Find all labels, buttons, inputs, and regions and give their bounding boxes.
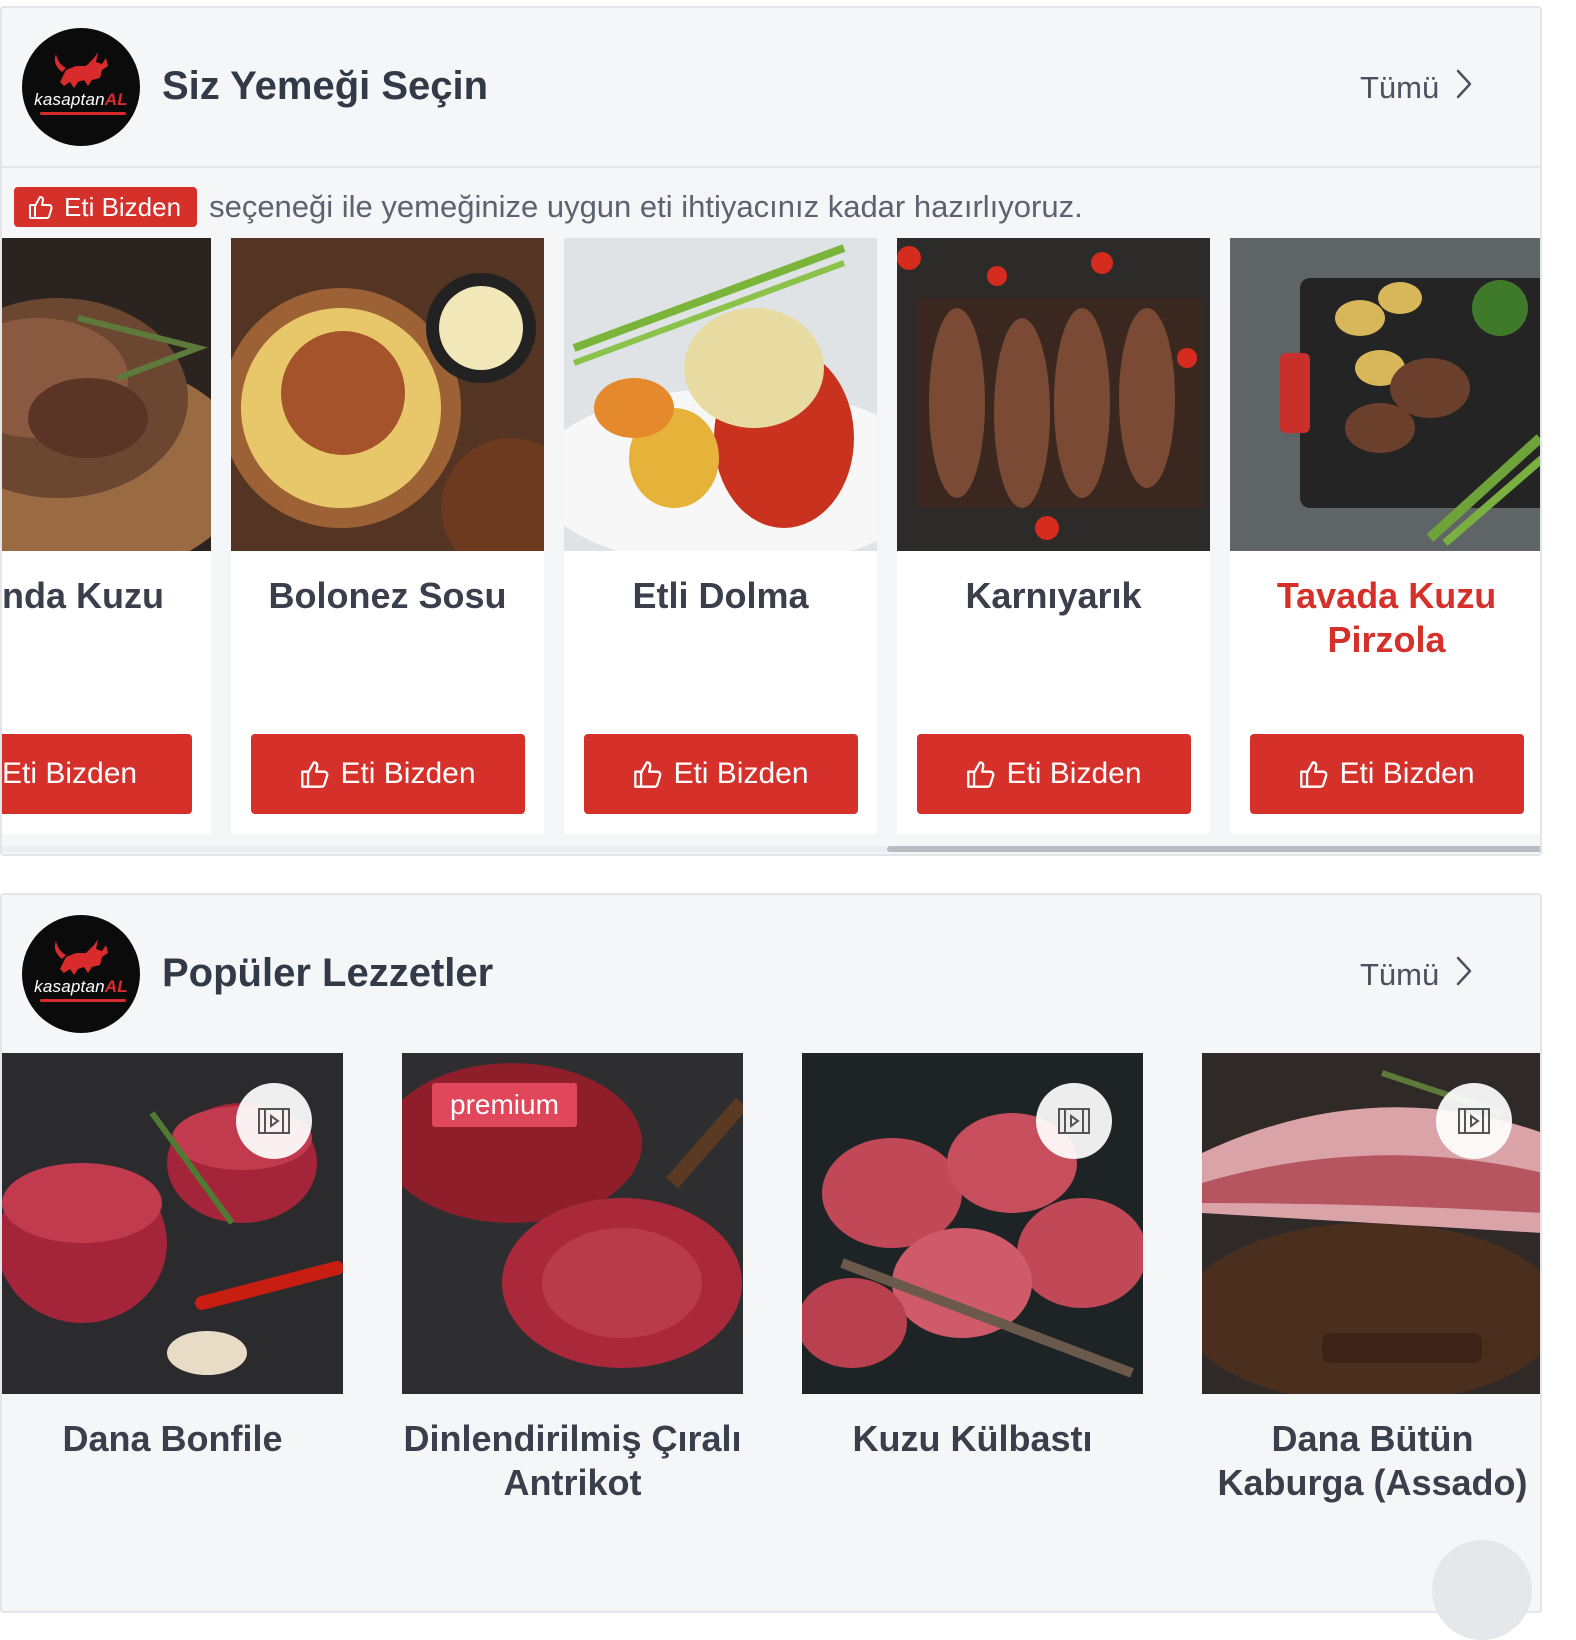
recipe-image [564,238,877,551]
chevron-right-icon [1455,955,1473,995]
recipe-image [897,238,1210,551]
thumbs-up-icon [29,196,53,219]
thumbs-up-icon [967,761,995,788]
video-play-button[interactable] [1436,1083,1512,1159]
see-all-link[interactable]: Tümü [1360,68,1473,108]
eti-bizden-button-label: Eti Bizden [673,757,809,790]
section-title: Popüler Lezzetler [162,951,494,995]
kasaptanal-logo[interactable]: kasaptanAL [22,28,140,146]
product-name: Dana Bonfile [62,1418,283,1459]
logo-underline [40,999,126,1002]
product-image: premium [402,1053,743,1394]
eti-bizden-button[interactable]: Eti Bizden [584,734,858,814]
recipes-section: kasaptanAL Siz Yemeği Seçin Tümü Eti Biz… [0,6,1542,856]
recipe-card[interactable]: Bolonez Sosu Eti Bizden [231,238,544,834]
film-icon [1058,1108,1090,1134]
eti-bizden-button-label: Eti Bizden [1006,757,1142,790]
recipe-name: Etli Dolma [632,575,809,616]
scroll-top-button[interactable] [1432,1540,1532,1640]
video-play-button[interactable] [1036,1083,1112,1159]
film-icon [258,1108,290,1134]
bull-icon [54,939,108,975]
product-card[interactable]: Kuzu Külbastı [802,1053,1143,1611]
chevron-right-icon [1455,68,1473,108]
thumbs-up-icon [1300,761,1328,788]
recipe-name: Bolonez Sosu [268,575,507,616]
video-play-button[interactable] [236,1083,312,1159]
eti-bizden-badge: Eti Bizden [14,187,198,227]
product-card[interactable]: premium Dinlendirilmiş Çıralı Antrikot [402,1053,743,1611]
thumbs-up-icon [301,761,329,788]
see-all-link[interactable]: Tümü [1360,955,1473,995]
recipe-image [1230,238,1540,551]
eti-bizden-button[interactable]: Eti Bizden [1250,734,1524,814]
logo-wordmark: kasaptanAL [34,977,128,996]
section-title: Siz Yemeği Seçin [162,64,489,108]
recipe-card[interactable]: nda Kuzu Eti Bizden [2,238,211,834]
carousel-scrollbar-thumb[interactable] [887,846,1540,852]
eti-bizden-info: Eti Bizden seçeneği ile yemeğinize uygun… [14,186,1083,228]
film-icon [1458,1108,1490,1134]
recipe-name: nda Kuzu [2,575,164,616]
popular-section: kasaptanAL Popüler Lezzetler Tümü Dana B… [0,893,1542,1613]
product-image [2,1053,343,1394]
logo-underline [40,112,126,115]
eti-bizden-button-label: Eti Bizden [340,757,476,790]
kasaptanal-logo[interactable]: kasaptanAL [22,915,140,1033]
eti-bizden-button-label: Eti Bizden [1339,757,1475,790]
recipe-card[interactable]: Tavada Kuzu Pirzola Eti Bizden [1230,238,1540,834]
product-name: Kuzu Külbastı [852,1418,1093,1459]
recipe-name: Tavada Kuzu Pirzola [1276,575,1497,660]
recipes-section-header: kasaptanAL Siz Yemeği Seçin Tümü [2,8,1540,168]
recipe-card[interactable]: Etli Dolma Eti Bizden [564,238,877,834]
recipe-image [231,238,544,551]
see-all-label: Tümü [1360,957,1440,992]
eti-bizden-button[interactable]: Eti Bizden [2,734,192,814]
recipe-card[interactable]: Karnıyarık Eti Bizden [897,238,1210,834]
eti-bizden-button[interactable]: Eti Bizden [251,734,525,814]
product-image [802,1053,1143,1394]
popular-section-header: kasaptanAL Popüler Lezzetler Tümü [2,895,1540,1053]
bull-icon [54,52,108,88]
eti-bizden-badge-label: Eti Bizden [64,191,182,222]
recipe-image [2,238,211,551]
product-image [1202,1053,1540,1394]
product-card[interactable]: Dana Bütün Kaburga (Assado) [1202,1053,1540,1611]
product-name: Dana Bütün Kaburga (Assado) [1217,1418,1528,1503]
eti-bizden-button-label: Eti Bizden [2,757,138,790]
premium-badge: premium [432,1083,577,1127]
eti-bizden-button[interactable]: Eti Bizden [917,734,1191,814]
recipe-name: Karnıyarık [965,575,1142,616]
see-all-label: Tümü [1360,70,1440,105]
product-name: Dinlendirilmiş Çıralı Antrikot [403,1418,742,1503]
eti-bizden-description: seçeneği ile yemeğinize uygun eti ihtiya… [209,189,1083,224]
logo-wordmark: kasaptanAL [34,90,128,109]
thumbs-up-icon [634,761,662,788]
product-card[interactable]: Dana Bonfile [2,1053,343,1611]
